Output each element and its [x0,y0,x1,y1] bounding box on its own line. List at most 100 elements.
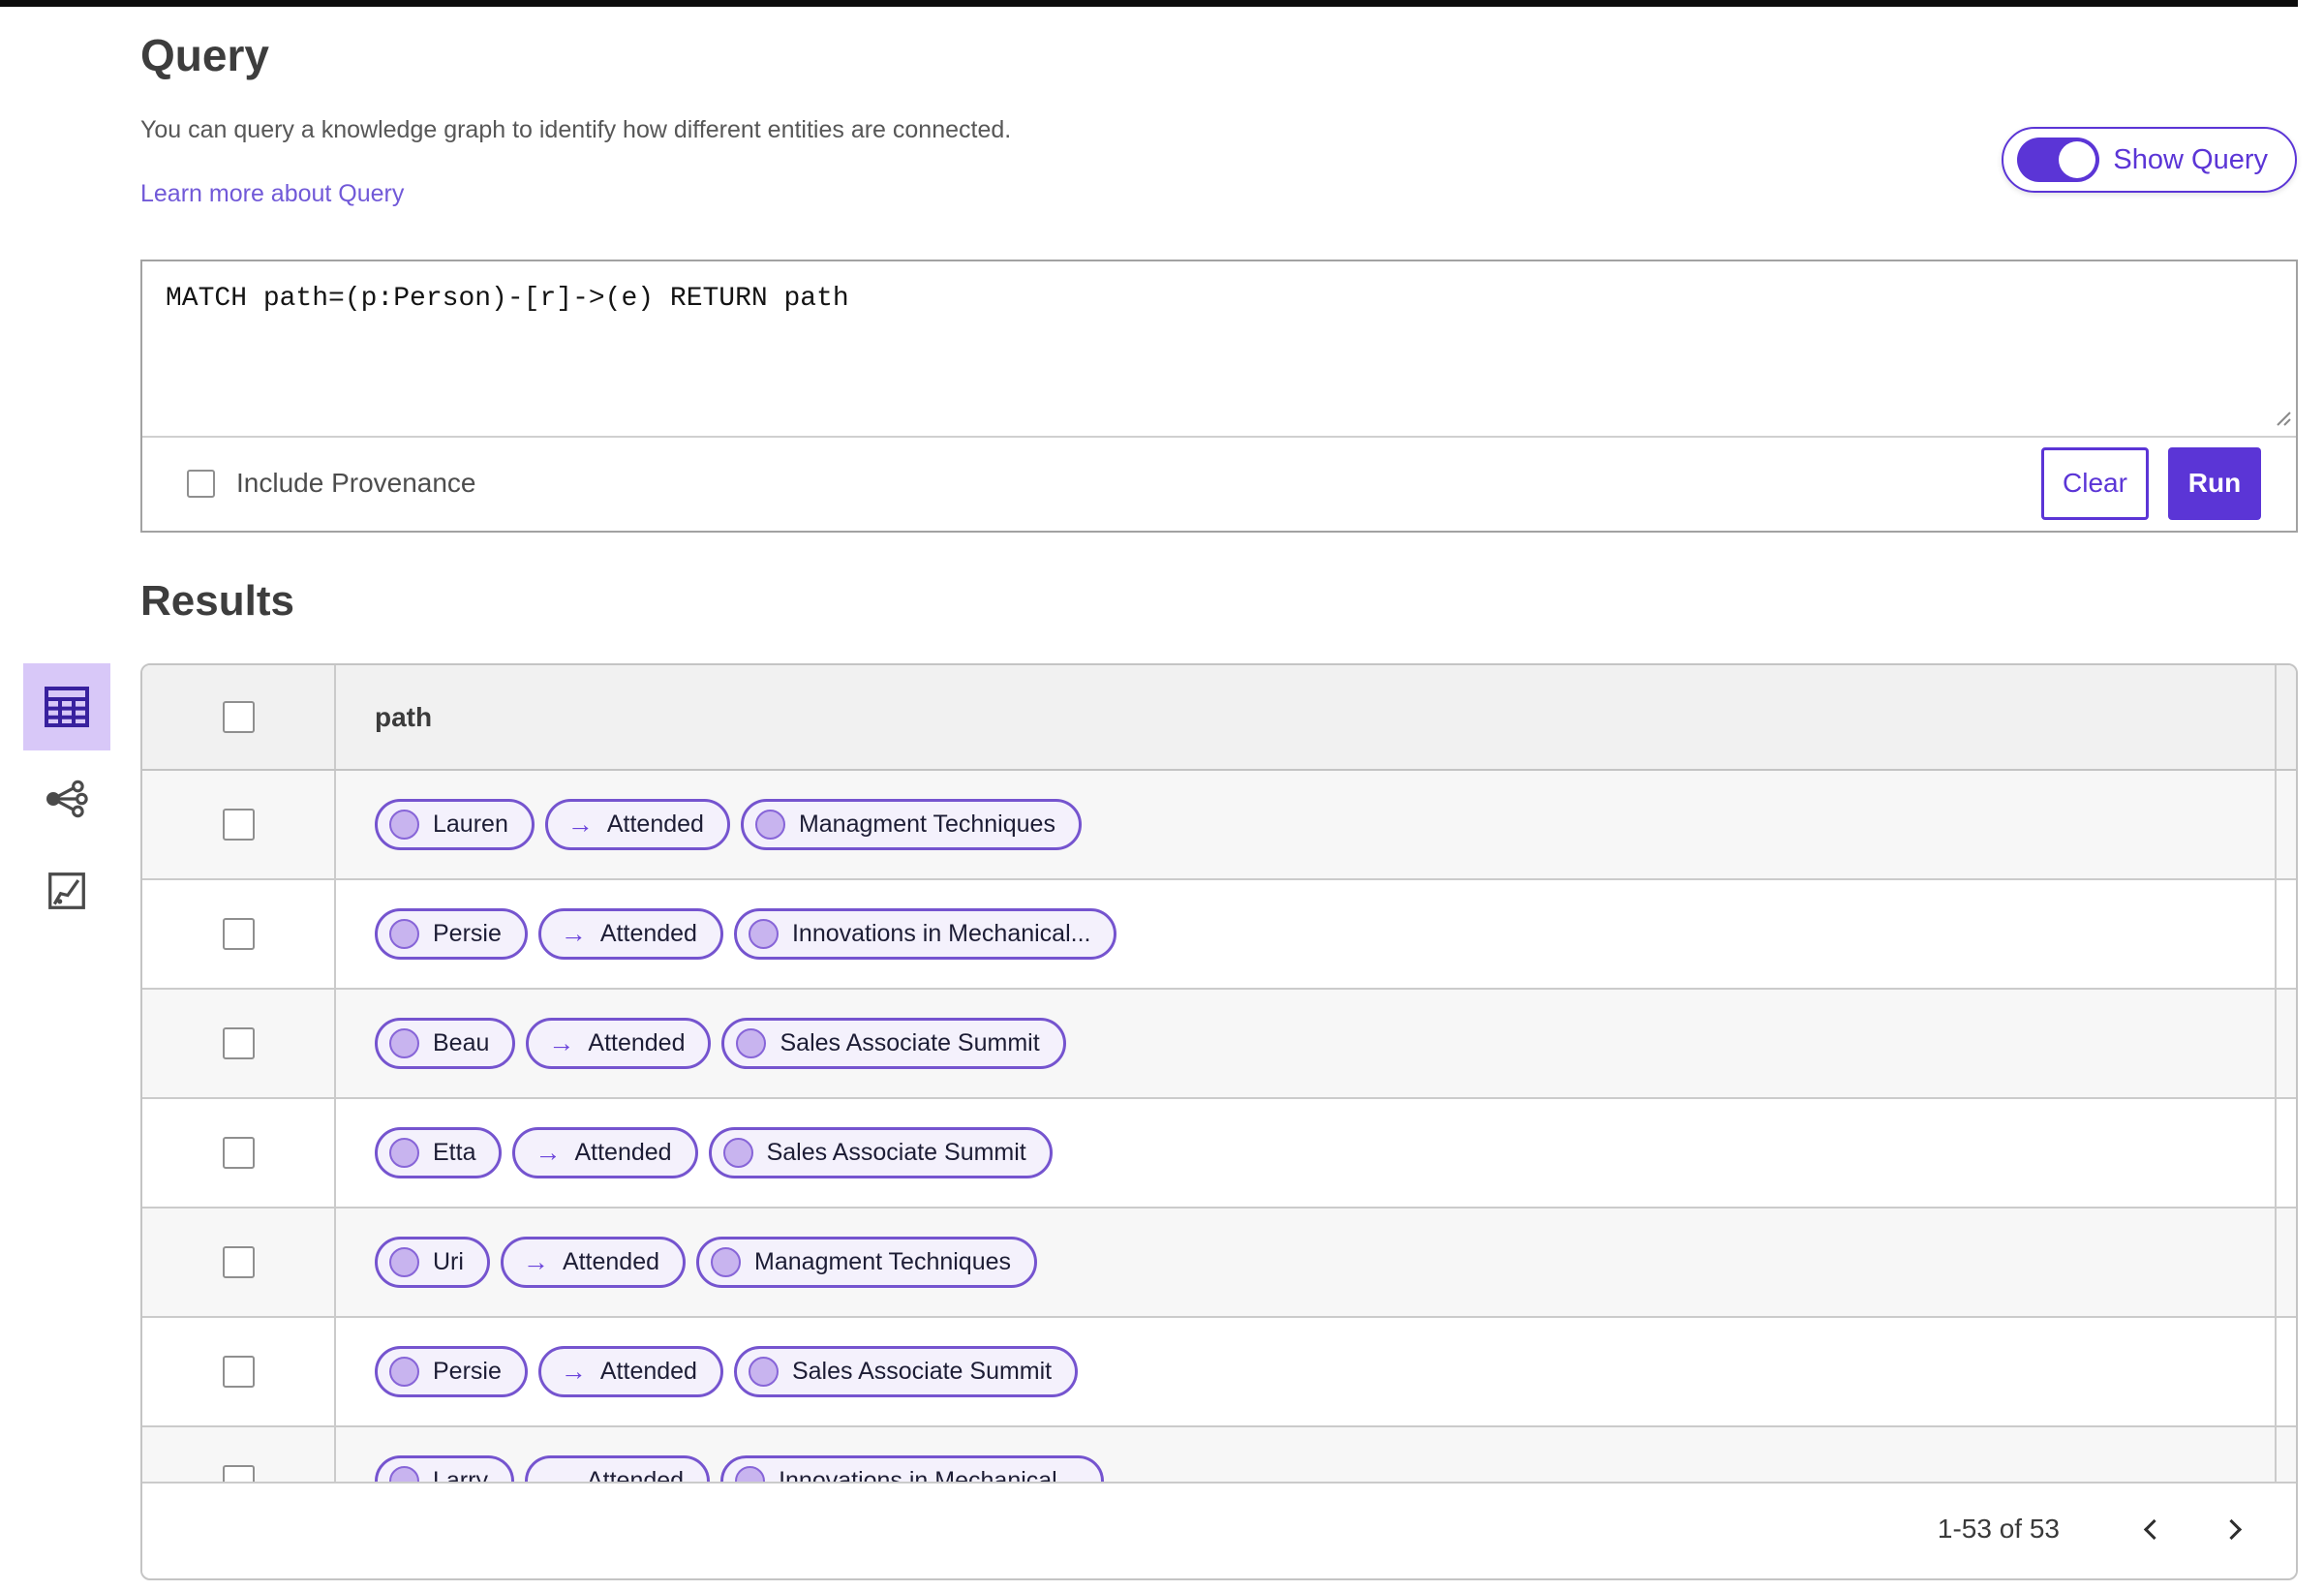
node-pill[interactable]: Sales Associate Summit [708,1127,1053,1178]
node-circle-icon [389,919,419,949]
edge-pill[interactable]: → Attended [526,1018,712,1069]
row-path-cell: Etta → Attended Sales Associate Summit [336,1099,2275,1207]
window-top-edge [0,0,2298,7]
node-circle-icon [722,1138,753,1168]
run-button[interactable]: Run [2168,446,2261,520]
row-select-cell [142,990,336,1097]
node-circle-icon [736,1028,767,1058]
node-circle-icon [711,1247,742,1277]
table-row: Etta → Attended Sales Associate Summit [142,1099,2296,1209]
row-path-cell: Persie → Attended Sales Associate Summit [336,1318,2275,1425]
edge-label: Attended [562,1248,660,1275]
node-label: Etta [433,1139,476,1166]
results-title: Results [140,577,294,625]
edge-label: Attended [599,920,697,947]
edge-label: Attended [588,1029,686,1056]
row-path-cell: Larry → Attended Innovations in Mechanica… [336,1427,2275,1482]
resize-handle-icon[interactable] [2275,410,2291,431]
chart-view-button[interactable] [23,847,110,934]
edge-pill[interactable]: → Attended [524,1455,711,1482]
node-pill[interactable]: Beau [375,1018,516,1069]
node-pill[interactable]: Uri [375,1237,490,1288]
query-footer: Include Provenance Clear Run [142,438,2296,529]
node-label: Persie [433,920,502,947]
table-icon [45,687,89,727]
edge-pill[interactable]: → Attended [500,1237,687,1288]
edge-pill[interactable]: → Attended [544,799,730,850]
row-select-cell [142,771,336,878]
pagination-range-label: 1-53 of 53 [1937,1514,2060,1544]
node-pill[interactable]: Sales Associate Summit [721,1018,1066,1069]
table-row: Beau → Attended Sales Associate Summit [142,990,2296,1099]
row-checkbox[interactable] [222,1465,255,1482]
include-provenance-checkbox[interactable] [187,469,215,498]
node-label: Innovations in Mechanical... [791,920,1091,947]
row-spacer-cell [2275,1099,2296,1207]
node-pill[interactable]: Sales Associate Summit [733,1346,1079,1397]
node-pill[interactable]: Managment Techniques [740,799,1082,850]
arrow-right-icon: → [522,1247,549,1276]
clear-button[interactable]: Clear [2041,446,2149,520]
edge-pill[interactable]: → Attended [537,1346,723,1397]
learn-more-link[interactable]: Learn more about Query [140,180,404,208]
node-label: Managment Techniques [754,1248,1012,1275]
edge-pill[interactable]: → Attended [512,1127,698,1178]
row-checkbox[interactable] [222,1356,255,1388]
node-label: Persie [433,1358,502,1385]
node-pill[interactable]: Innovations in Mechanical... [720,1455,1104,1482]
node-circle-icon [389,1466,419,1482]
row-path-cell: Persie → Attended Innovations in Mechanic… [336,880,2275,988]
row-path-cell: Lauren → Attended Managment Techniques [336,771,2275,878]
include-provenance-label: Include Provenance [236,468,476,498]
node-label: Lauren [433,811,508,838]
row-checkbox[interactable] [222,809,255,841]
node-pill[interactable]: Lauren [375,799,535,850]
edge-label: Attended [574,1139,672,1166]
results-view-switcher [23,663,110,934]
row-spacer-cell [2275,880,2296,988]
table-row: Persie → Attended Sales Associate Summit [142,1318,2296,1427]
row-checkbox[interactable] [222,1246,255,1278]
node-circle-icon [389,1138,419,1168]
pagination-bar: 1-53 of 53 [142,1482,2296,1575]
toggle-on-icon[interactable] [2017,138,2100,182]
node-label: Sales Associate Summit [791,1358,1053,1385]
node-pill[interactable]: Managment Techniques [696,1237,1038,1288]
select-all-checkbox[interactable] [222,701,255,733]
table-row: Lauren → Attended Managment Techniques [142,771,2296,880]
graph-view-button[interactable] [23,755,110,842]
table-body: Lauren → Attended Managment Techniques Pe… [142,771,2296,1482]
row-checkbox[interactable] [222,1027,255,1059]
node-pill[interactable]: Etta [375,1127,503,1178]
table-view-button[interactable] [23,663,110,750]
node-label: Larry [433,1467,488,1482]
arrow-right-icon: → [535,1138,562,1167]
row-checkbox[interactable] [222,1137,255,1169]
node-pill[interactable]: Persie [375,908,528,960]
node-circle-icon [389,1028,419,1058]
node-label: Innovations in Mechanical... [779,1467,1078,1482]
chevron-left-icon [2143,1518,2164,1540]
show-query-toggle[interactable]: Show Query [2002,127,2297,193]
chart-icon [48,872,85,909]
query-input[interactable]: MATCH path=(p:Person)-[r]->(e) RETURN pa… [142,261,2296,436]
node-pill[interactable]: Innovations in Mechanical... [733,908,1117,960]
resize-grip-lines [2277,412,2291,426]
previous-page-button[interactable] [2129,1508,2172,1550]
table-row: Persie → Attended Innovations in Mechanic… [142,880,2296,990]
row-checkbox[interactable] [222,918,255,950]
node-label: Managment Techniques [798,811,1055,838]
row-select-cell [142,880,336,988]
node-circle-icon [748,919,779,949]
row-select-cell [142,1318,336,1425]
node-pill[interactable]: Larry [375,1455,514,1482]
edge-pill[interactable]: → Attended [537,908,723,960]
table-header-row: path [142,665,2296,771]
next-page-button[interactable] [2213,1508,2255,1550]
query-editor-card: MATCH path=(p:Person)-[r]->(e) RETURN pa… [140,260,2298,533]
row-select-cell [142,1427,336,1482]
edge-label: Attended [599,1358,697,1385]
row-spacer-cell [2275,1318,2296,1425]
row-spacer-cell [2275,771,2296,878]
node-pill[interactable]: Persie [375,1346,528,1397]
